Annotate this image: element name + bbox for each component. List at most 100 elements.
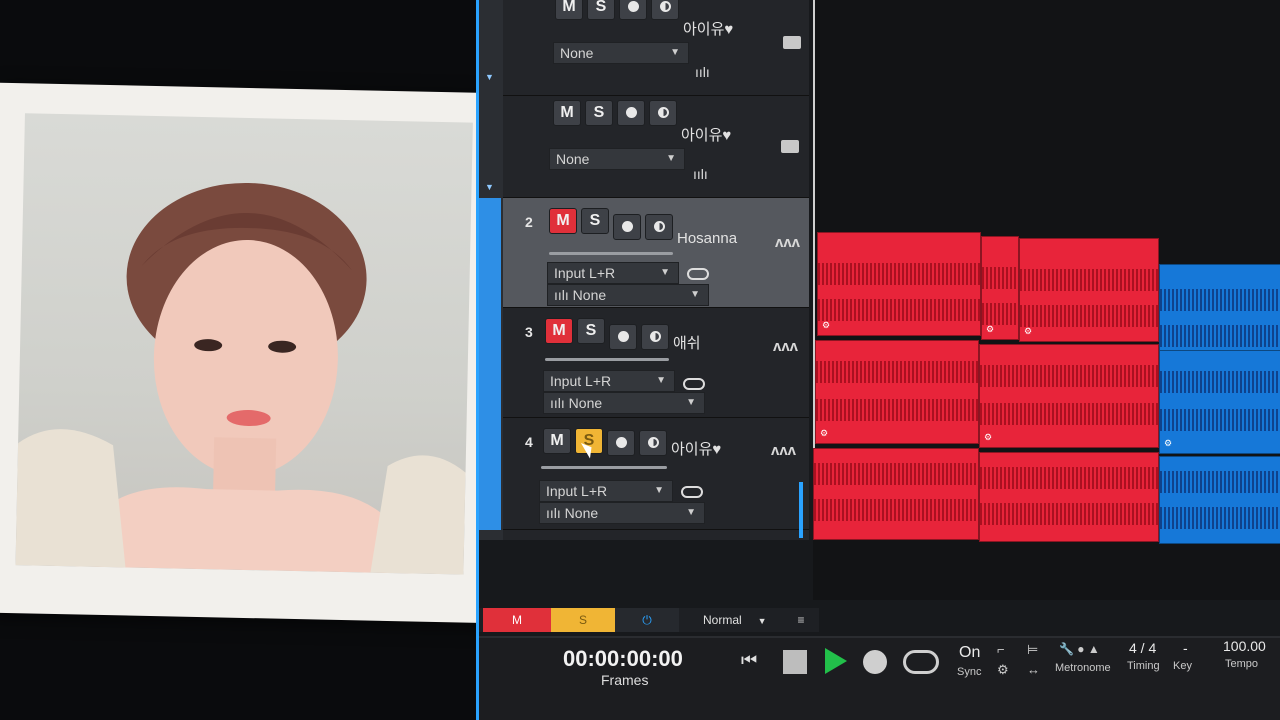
mode-dropdown[interactable]: Normal ▼ — [679, 608, 789, 632]
record-button[interactable] — [607, 430, 635, 456]
solo-button[interactable]: S — [581, 208, 609, 234]
audio-clip[interactable]: ⚙ — [1019, 238, 1159, 342]
menu-icon[interactable]: ≡ — [791, 608, 811, 632]
monitor-icon — [659, 1, 671, 13]
collapse-arrow-icon[interactable]: ▼ — [485, 182, 494, 192]
global-solo-button[interactable]: S — [551, 608, 615, 632]
track-name[interactable]: Hosanna — [677, 230, 737, 247]
dropdown-value: None — [556, 151, 590, 167]
audio-clip[interactable] — [813, 448, 979, 540]
record-button[interactable] — [613, 214, 641, 240]
collapse-arrow-icon[interactable]: ▼ — [485, 72, 494, 82]
output-dropdown[interactable]: ıılı None ▼ — [547, 284, 709, 306]
record-button[interactable] — [617, 100, 645, 126]
clip-gear-icon[interactable]: ⚙ — [986, 324, 994, 335]
mute-button[interactable]: M — [543, 428, 571, 454]
waveform-icon[interactable]: ʌʌʌ — [775, 234, 800, 251]
folder-input-dropdown[interactable]: None ▼ — [549, 148, 685, 170]
chevron-down-icon: ▼ — [686, 507, 696, 518]
record-button[interactable] — [609, 324, 637, 350]
track-name[interactable]: 애쉬 — [673, 332, 701, 353]
rewind-icon[interactable]: ⏮ — [741, 650, 757, 671]
record-icon[interactable] — [863, 650, 887, 674]
sync-value[interactable]: On — [959, 644, 980, 662]
waveform-icon[interactable]: ʌʌʌ — [771, 442, 796, 459]
precount-icon[interactable]: ⌐ — [997, 642, 1005, 657]
track-row[interactable]: 2 M S Hosanna Input L+R ▼ ıılı None ▼ ʌʌʌ — [503, 198, 809, 308]
mute-button[interactable]: M — [555, 0, 583, 20]
input-dropdown[interactable]: Input L+R ▼ — [543, 370, 675, 392]
monitor-button[interactable] — [641, 324, 669, 350]
monitor-button[interactable] — [645, 214, 673, 240]
metronome-settings-icon[interactable]: 🔧 ● ▲ — [1059, 642, 1100, 656]
power-icon[interactable]: ⏻ — [615, 608, 679, 632]
monitor-button[interactable] — [639, 430, 667, 456]
key-value[interactable]: - — [1183, 640, 1188, 656]
mute-button[interactable]: M — [549, 208, 577, 234]
record-button[interactable] — [619, 0, 647, 20]
clip-gear-icon[interactable]: ⚙ — [820, 428, 828, 439]
time-format-label[interactable]: Frames — [601, 672, 648, 688]
link-toggle-icon[interactable] — [681, 486, 703, 498]
audio-clip[interactable]: ⚙ — [815, 340, 979, 444]
solo-button[interactable]: S — [577, 318, 605, 344]
waveform-icon[interactable]: ʌʌʌ — [773, 338, 798, 355]
level-meter — [799, 482, 803, 538]
stop-icon[interactable] — [783, 650, 807, 674]
audio-clip[interactable]: ⚙ — [981, 236, 1019, 340]
bars-icon[interactable]: ıılı — [693, 166, 708, 182]
mute-button[interactable]: M — [553, 100, 581, 126]
audio-clip[interactable] — [979, 452, 1159, 542]
clip-waveform — [1020, 269, 1158, 291]
folder-track[interactable]: M S 아이유♥ None ▼ ıılı — [503, 0, 809, 96]
input-dropdown[interactable]: Input L+R ▼ — [547, 262, 679, 284]
clip-waveform — [982, 303, 1018, 325]
timing-value[interactable]: 4 / 4 — [1129, 640, 1156, 656]
folder-icon[interactable] — [783, 36, 801, 49]
flag-icon[interactable]: ⊨ — [1027, 642, 1038, 658]
bars-icon[interactable]: ıılı — [695, 64, 710, 80]
monitor-icon — [653, 221, 665, 233]
track-list: M S 아이유♥ None ▼ ıılı M S 아이유♥ None ▼ ıılı — [503, 0, 809, 540]
folder-icon[interactable] — [781, 140, 799, 153]
folder-input-dropdown[interactable]: None ▼ — [553, 42, 689, 64]
monitor-button[interactable] — [649, 100, 677, 126]
play-icon[interactable] — [825, 648, 847, 674]
input-dropdown[interactable]: Input L+R ▼ — [539, 480, 673, 502]
clip-gear-icon[interactable]: ⚙ — [1024, 326, 1032, 337]
clip-waveform — [816, 361, 978, 383]
solo-button[interactable]: S — [585, 100, 613, 126]
clip-waveform — [814, 463, 978, 485]
link-toggle-icon[interactable] — [687, 268, 709, 280]
audio-clip[interactable]: ⚙ — [817, 232, 981, 336]
punch-icon[interactable]: ↔ — [1027, 662, 1040, 677]
settings-gear-icon[interactable]: ⚙ — [997, 662, 1009, 678]
dropdown-value: Input L+R — [546, 483, 608, 499]
volume-fader[interactable] — [541, 466, 667, 469]
clip-gear-icon[interactable]: ⚙ — [822, 320, 830, 331]
track-row[interactable]: 3 M S 애쉬 Input L+R ▼ ıılı None ▼ ʌʌʌ — [503, 308, 809, 418]
loop-icon[interactable] — [903, 650, 939, 674]
link-toggle-icon[interactable] — [683, 378, 705, 390]
track-number: 4 — [525, 434, 533, 450]
volume-fader[interactable] — [549, 252, 673, 255]
metronome-label[interactable]: Metronome — [1055, 662, 1111, 674]
audio-clip[interactable]: ⚙ — [1159, 350, 1280, 454]
clip-gear-icon[interactable]: ⚙ — [984, 432, 992, 443]
folder-track[interactable]: M S 아이유♥ None ▼ ıılı — [503, 96, 809, 198]
tempo-value[interactable]: 100.00 — [1223, 638, 1266, 654]
track-row[interactable]: 4 M S 아이유♥ Input L+R ▼ ıılı None ▼ ʌʌʌ — [503, 418, 809, 538]
output-dropdown[interactable]: ıılı None ▼ — [543, 392, 705, 414]
track-name[interactable]: 아이유♥ — [671, 438, 721, 459]
bars-icon: ıılı — [554, 287, 573, 303]
output-dropdown[interactable]: ıılı None ▼ — [539, 502, 705, 524]
audio-clip[interactable]: ⚙ — [979, 344, 1159, 448]
solo-button[interactable]: S — [587, 0, 615, 20]
monitor-button[interactable] — [651, 0, 679, 20]
audio-clip[interactable] — [1159, 456, 1280, 544]
global-mute-button[interactable]: M — [483, 608, 551, 632]
volume-fader[interactable] — [545, 358, 669, 361]
mute-button[interactable]: M — [545, 318, 573, 344]
chevron-down-icon: ▼ — [757, 616, 767, 626]
clip-gear-icon[interactable]: ⚙ — [1164, 438, 1172, 449]
